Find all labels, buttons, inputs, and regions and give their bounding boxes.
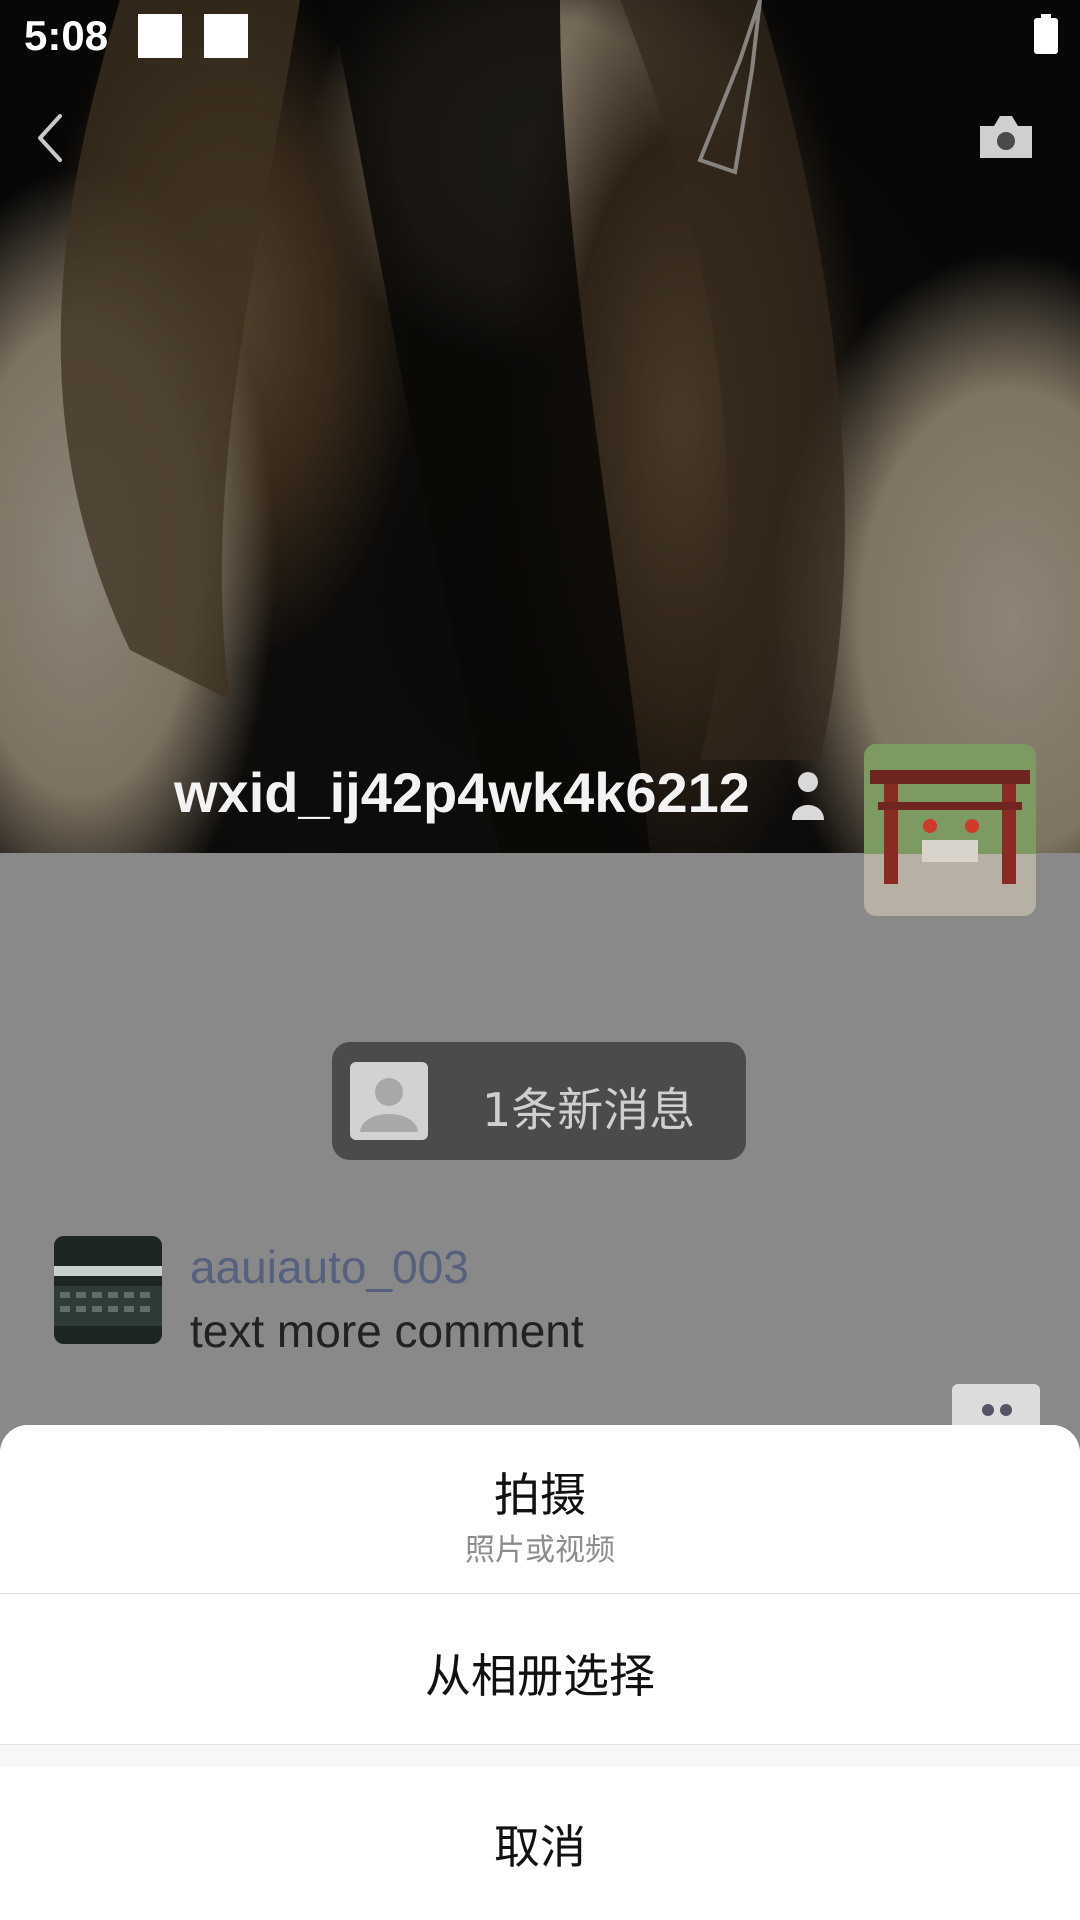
new-messages-button[interactable]: 1条新消息 [332, 1042, 746, 1160]
new-messages-label: 1条新消息 [482, 1083, 696, 1137]
cancel-label: 取消 [494, 1820, 586, 1874]
moments-screen: 5:08 wxid_ij42p4wk4k6212 1条新消息 aauiauto_… [0, 0, 1080, 1920]
avatar-image [864, 744, 1036, 916]
cancel-button[interactable]: 取消 [0, 1767, 1080, 1920]
comment-text: text more comment [190, 1305, 584, 1357]
comment-avatar[interactable] [54, 1236, 162, 1344]
cover-photo-art [60, 0, 845, 853]
dot-icon [982, 1404, 994, 1416]
status-time: 5:08 [24, 12, 109, 59]
notification-icon [204, 14, 248, 58]
notification-icon [138, 14, 182, 58]
choose-from-album-option[interactable]: 从相册选择 [0, 1594, 1080, 1745]
dot-icon [1000, 1404, 1012, 1416]
person-icon [792, 772, 824, 820]
cover-photo[interactable] [0, 0, 1080, 853]
battery-icon [1034, 14, 1058, 54]
profile-avatar[interactable] [864, 744, 1036, 916]
take-photo-option[interactable]: 拍摄 照片或视频 [0, 1425, 1080, 1594]
back-arrow-icon[interactable] [30, 108, 70, 168]
choose-from-album-label: 从相册选择 [425, 1649, 655, 1703]
take-photo-label: 拍摄 [494, 1468, 586, 1522]
take-photo-sublabel: 照片或视频 [465, 1533, 615, 1568]
camera-icon[interactable] [976, 112, 1036, 162]
status-bar: 5:08 [0, 0, 1080, 76]
default-avatar-icon [350, 1062, 428, 1140]
profile-username: wxid_ij42p4wk4k6212 [174, 761, 750, 824]
comment-username[interactable]: aauiauto_003 [190, 1240, 469, 1294]
action-sheet: 拍摄 照片或视频 从相册选择 取消 [0, 1425, 1080, 1920]
